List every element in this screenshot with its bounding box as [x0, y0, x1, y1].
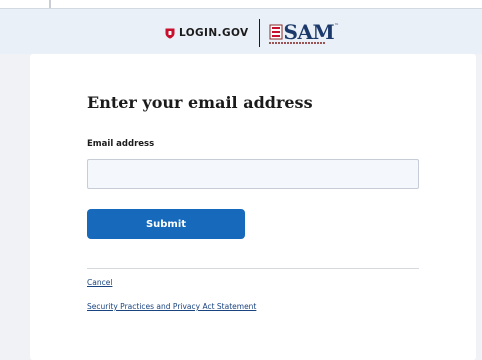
- login-gov-logo: LOGIN.GOV: [165, 27, 249, 39]
- email-field[interactable]: [87, 159, 419, 189]
- sam-logo-tagline: [268, 41, 325, 44]
- cancel-link[interactable]: Cancel: [87, 278, 112, 287]
- login-gov-logo-text: LOGIN.GOV: [179, 27, 249, 39]
- sam-logo: SAM ™: [268, 19, 339, 44]
- email-form-card: Enter your email address Email address S…: [30, 54, 476, 360]
- submit-button[interactable]: Submit: [87, 209, 245, 239]
- sam-logo-trademark: ™: [334, 22, 340, 29]
- sam-logo-text: SAM: [283, 19, 335, 44]
- logo-banner: LOGIN.GOV SAM ™: [0, 8, 482, 54]
- page-title: Enter your email address: [87, 93, 313, 112]
- logo-divider: [258, 19, 260, 47]
- top-strip: [0, 0, 482, 8]
- separator-line: [87, 268, 419, 269]
- top-strip-edge: [49, 0, 51, 8]
- shield-icon: [165, 28, 175, 39]
- logo-row: LOGIN.GOV SAM ™: [165, 19, 339, 47]
- email-field-label: Email address: [87, 139, 155, 149]
- sam-logo-main: SAM: [269, 19, 335, 44]
- sam-eagle-icon: [269, 24, 283, 39]
- privacy-statement-link[interactable]: Security Practices and Privacy Act State…: [87, 302, 256, 311]
